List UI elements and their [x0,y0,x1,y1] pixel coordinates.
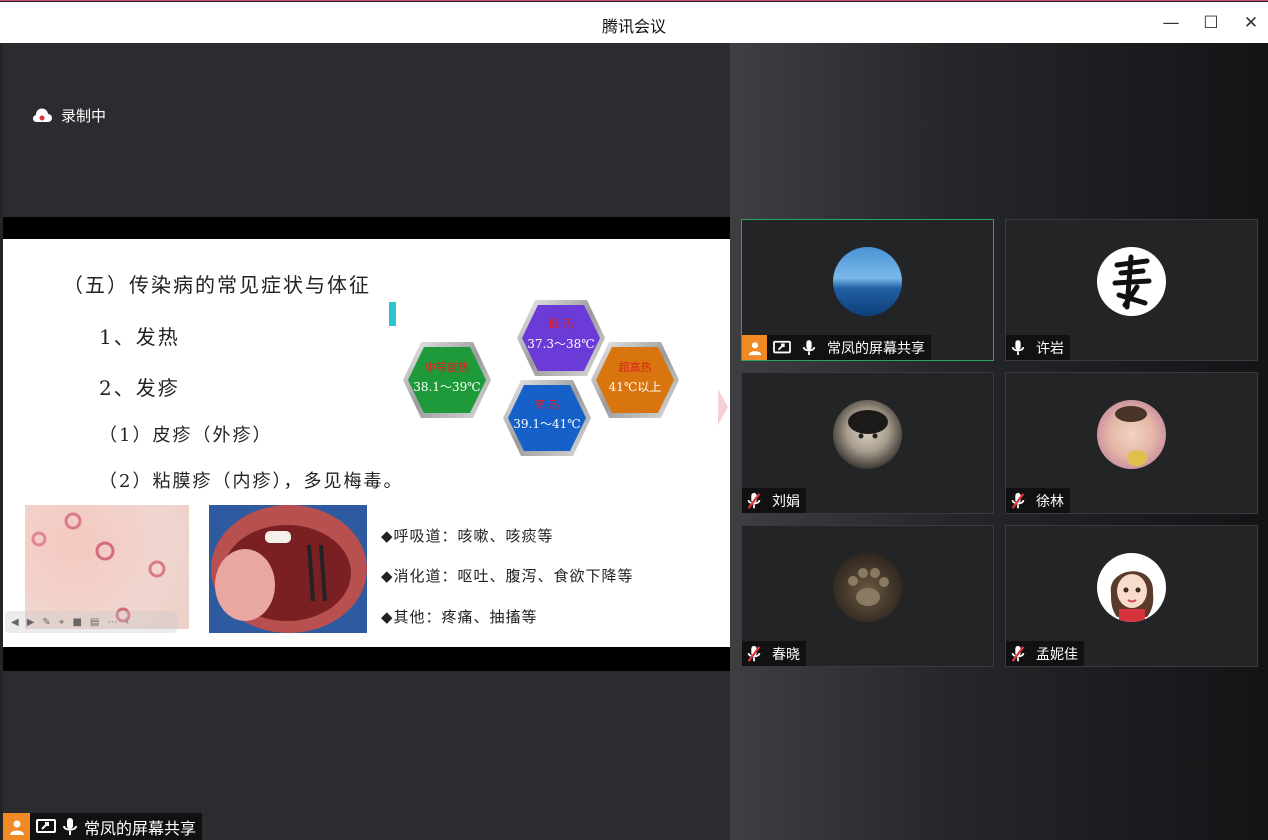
minimize-icon: — [1162,13,1180,33]
microphone-icon [1006,335,1030,360]
slide-heading: （五）传染病的常见症状与体征 [63,273,371,297]
screen-share-icon [773,340,791,353]
host-person-icon [742,335,767,360]
participant-name: 春晓 [772,646,800,663]
participant-gallery: 常凤的屏幕共享 许岩 刘娟 徐林 春晓 孟妮佳 [730,43,1268,840]
hex-extreme-fever: 超高热 41℃以上 [591,342,679,418]
hex-moderate-fever: 中等度热 38.1～39℃ [403,342,491,418]
participant-tile[interactable]: 许岩 [1005,219,1258,361]
microphone-icon [797,335,821,360]
slide-item-rash: 2、发疹 [99,376,180,400]
hex-high-fever: 高 热 39.1～41℃ [503,380,591,456]
participant-name: 徐林 [1036,493,1064,510]
high-fever-range: 39.1～41℃ [513,417,580,431]
participant-tile[interactable]: 刘娟 [741,372,994,514]
calligraphy-avatar [1096,247,1166,316]
window-title: 腾讯会议 [601,17,666,36]
low-fever-range: 37.3～38℃ [527,337,594,351]
minimize-button[interactable]: — [1156,8,1186,38]
presentation-frame: （五）传染病的常见症状与体征 1、发热 2、发疹 （1）皮疹（外疹） （2）粘膜… [3,217,730,671]
screen-share-icon [36,818,56,833]
participant-nametag: 常凤的屏幕共享 [742,335,931,360]
camera-icon[interactable]: ■ [72,617,81,628]
participant-nametag: 许岩 [1006,335,1070,360]
slide-sub-skin-rash: （1）皮疹（外疹） [99,425,273,446]
extreme-fever-name: 超高热 [619,360,652,374]
mouth-ulcer-photo [209,505,367,633]
participant-nametag: 孟妮佳 [1006,641,1084,666]
participant-tile[interactable]: 孟妮佳 [1005,525,1258,667]
slide-next-arrow[interactable] [718,389,728,425]
pen-icon[interactable]: ✎ [42,617,50,628]
low-fever-name: 低 热 [548,317,574,330]
close-icon: ✕ [1243,13,1259,33]
meeting-window: 腾讯会议 — ☐ ✕ 录制中 （五）传染病的常见症状与体征 1、发热 2、发疹 … [0,0,1268,840]
slide-bullet-digestive: ◆消化道：呕吐、腹泻、食欲下降等 [381,567,634,585]
participant-name: 刘娟 [772,493,800,510]
next-slide-icon[interactable]: ▶ [27,617,35,628]
muted-microphone-icon [742,641,766,666]
participant-tile[interactable]: 常凤的屏幕共享 [741,219,994,361]
shared-screen-area: 录制中 （五）传染病的常见症状与体征 1、发热 2、发疹 （1）皮疹（外疹） （… [3,43,730,840]
participant-name: 许岩 [1036,340,1064,357]
cartoon-girl-avatar [1096,553,1166,622]
baby-photo-avatar [1096,400,1166,469]
slide-bullet-respiratory: ◆呼吸道：咳嗽、咳痰等 [381,527,554,545]
close-button[interactable]: ✕ [1236,8,1266,38]
extreme-fever-range: 41℃以上 [609,380,662,394]
prev-slide-icon[interactable]: ◀ [11,617,19,628]
screen-share-label-bar: 常凤的屏幕共享 [3,813,203,840]
screen-share-label: 常凤的屏幕共享 [84,818,197,838]
cloud-record-icon [32,107,52,122]
muted-microphone-icon [742,488,766,513]
high-fever-name: 高 热 [534,397,560,411]
slide-item-fever: 1、发热 [99,325,180,349]
participant-tile[interactable]: 春晓 [741,525,994,667]
maximize-button[interactable]: ☐ [1196,8,1226,38]
participant-nametag: 春晓 [742,641,806,666]
presentation-slide: （五）传染病的常见症状与体征 1、发热 2、发疹 （1）皮疹（外疹） （2）粘膜… [3,239,730,647]
more-icon[interactable]: ⋯ [107,617,117,628]
recording-indicator[interactable]: 录制中 [31,105,106,126]
hex-low-fever: 低 热 37.3～38℃ [517,300,605,376]
slide-bullet-other: ◆其他：疼痛、抽搐等 [381,608,538,626]
moderate-fever-range: 38.1～39℃ [413,380,480,394]
slide-toolbar: ◀ ▶ ✎ ⌖ ■ ▤ ⋯ ‹ [5,611,177,633]
host-person-icon [3,813,30,840]
comment-icon[interactable]: ▤ [90,617,99,628]
child-photo-avatar [832,400,902,469]
fever-level-diagram: 低 热 37.3～38℃ 中等度热 38.1～39℃ 超高热 41℃以上 高 热… [403,300,679,456]
collapse-icon[interactable]: ‹ [125,617,129,628]
microphone-icon [63,817,77,835]
title-bar: 腾讯会议 — ☐ ✕ [0,2,1268,43]
participant-name: 孟妮佳 [1036,646,1078,663]
muted-microphone-icon [1006,641,1030,666]
maximize-icon: ☐ [1203,13,1219,33]
participant-tile[interactable]: 徐林 [1005,372,1258,514]
participant-nametag: 刘娟 [742,488,806,513]
recording-label: 录制中 [61,107,107,125]
slide-sub-mucosal-rash: （2）粘膜疹（内疹），多见梅毒。 [99,471,404,492]
moderate-fever-name: 中等度热 [425,360,469,374]
sea-avatar [832,247,902,316]
participant-name: 常凤的屏幕共享 [827,340,925,357]
participant-nametag: 徐林 [1006,488,1070,513]
focus-icon[interactable]: ⌖ [59,617,65,628]
muted-microphone-icon [1006,488,1030,513]
paw-avatar [832,553,902,622]
